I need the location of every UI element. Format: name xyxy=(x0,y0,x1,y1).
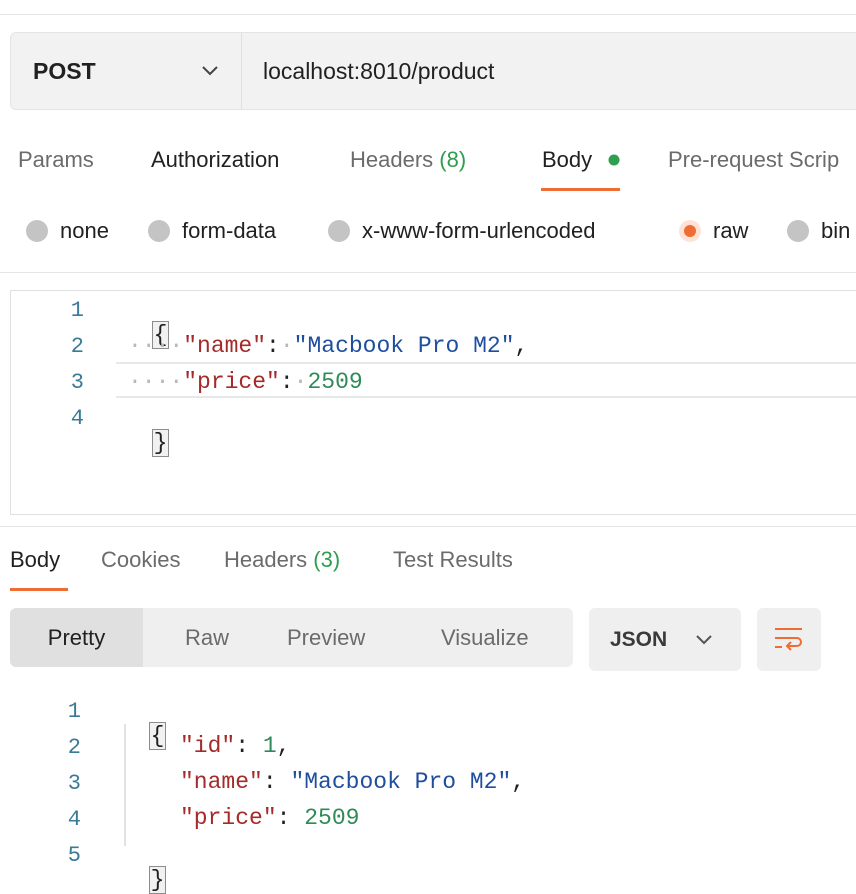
response-tab-cookies[interactable]: Cookies xyxy=(101,547,180,573)
tab-params-label: Params xyxy=(18,147,94,172)
line-number: 4 xyxy=(67,807,81,832)
radio-form-data[interactable]: form-data xyxy=(148,218,276,244)
code-line: "id": 1, xyxy=(180,733,290,759)
tab-headers[interactable]: Headers (8) xyxy=(350,147,466,173)
json-number: 2509 xyxy=(307,369,363,395)
radio-raw-label: raw xyxy=(713,218,749,243)
response-tab-headers-count: (3) xyxy=(313,547,341,572)
json-number: 2509 xyxy=(304,805,360,831)
line-number: 3 xyxy=(70,370,84,395)
radio-none[interactable]: none xyxy=(26,218,109,244)
whitespace-marker: · xyxy=(279,333,294,359)
code-line: { xyxy=(121,696,167,750)
line-number: 2 xyxy=(67,735,81,760)
json-string: "Macbook Pro M2" xyxy=(293,333,515,359)
response-tab-headers-label: Headers xyxy=(224,547,308,572)
response-tab-body-label: Body xyxy=(10,547,61,572)
view-preview[interactable]: Preview xyxy=(287,608,365,667)
radio-form-data-dot xyxy=(148,220,170,242)
radio-binary[interactable]: bin xyxy=(787,218,850,244)
response-tab-test-results-label: Test Results xyxy=(393,547,513,572)
method-label: POST xyxy=(33,57,96,84)
json-colon: : xyxy=(235,733,250,759)
open-brace: { xyxy=(148,722,167,750)
radio-raw-dot xyxy=(679,220,701,242)
line-number: 4 xyxy=(70,406,84,431)
request-bar: POST localhost:8010/product xyxy=(10,32,856,110)
chevron-down-icon[interactable] xyxy=(201,61,219,79)
radio-urlencoded-dot xyxy=(328,220,350,242)
status-dot-icon xyxy=(608,154,620,166)
response-tab-underline xyxy=(10,588,68,591)
tab-authorization-label: Authorization xyxy=(151,147,280,172)
whitespace-marker: ···· xyxy=(128,369,184,395)
radio-raw[interactable]: raw xyxy=(679,218,748,244)
code-line: ····"name":·"Macbook Pro M2", xyxy=(128,333,528,359)
json-comma: , xyxy=(511,769,526,795)
code-line: } xyxy=(124,403,170,457)
whitespace-marker: · xyxy=(293,369,308,395)
radio-binary-label: bin xyxy=(821,218,851,243)
radio-none-dot xyxy=(26,220,48,242)
code-line: "price": 2509 xyxy=(180,805,359,831)
response-tab-test-results[interactable]: Test Results xyxy=(393,547,513,573)
method-divider xyxy=(241,33,242,109)
format-select[interactable]: JSON xyxy=(589,608,741,671)
line-number: 1 xyxy=(70,298,84,323)
view-pretty[interactable]: Pretty xyxy=(10,608,143,667)
response-view-selector: Pretty Raw Preview Visualize xyxy=(10,608,573,667)
json-comma: , xyxy=(276,733,291,759)
json-key: "price" xyxy=(183,369,280,395)
json-key: "name" xyxy=(180,769,263,795)
json-comma: , xyxy=(514,333,529,359)
chevron-down-icon xyxy=(696,635,712,645)
radio-form-data-label: form-data xyxy=(182,218,277,243)
radio-urlencoded-label: x-www-form-urlencoded xyxy=(362,218,596,243)
whitespace-marker: ···· xyxy=(128,333,184,359)
line-number: 1 xyxy=(67,699,81,724)
tab-authorization[interactable]: Authorization xyxy=(151,147,279,173)
wrap-lines-icon xyxy=(775,628,802,651)
response-tab-headers[interactable]: Headers (3) xyxy=(224,547,340,573)
radio-urlencoded[interactable]: x-www-form-urlencoded xyxy=(328,218,596,244)
tab-params[interactable]: Params xyxy=(18,147,94,173)
tab-pre-request-script[interactable]: Pre-request Scrip xyxy=(668,147,839,173)
radio-none-label: none xyxy=(60,218,109,243)
wrap-lines-button[interactable] xyxy=(757,608,821,671)
response-tab-cookies-label: Cookies xyxy=(101,547,181,572)
code-line: } xyxy=(121,840,167,894)
json-string: "Macbook Pro M2" xyxy=(290,769,512,795)
tab-headers-count: (8) xyxy=(439,147,467,172)
url-input[interactable]: localhost:8010/product xyxy=(263,33,494,109)
tab-pre-request-label: Pre-request Scrip xyxy=(668,147,840,172)
format-label: JSON xyxy=(610,628,668,651)
view-raw[interactable]: Raw xyxy=(185,608,229,667)
line-number: 3 xyxy=(67,771,81,796)
close-brace: } xyxy=(151,429,170,457)
tab-headers-label: Headers xyxy=(350,147,434,172)
json-colon: : xyxy=(262,769,277,795)
tab-body-label: Body xyxy=(542,147,593,172)
code-line: "name": "Macbook Pro M2", xyxy=(180,769,525,795)
json-colon: : xyxy=(266,333,280,359)
line-number: 5 xyxy=(67,843,81,868)
json-colon: : xyxy=(279,369,294,395)
line-number: 2 xyxy=(70,334,84,359)
json-key: "id" xyxy=(180,733,236,759)
tab-body[interactable]: Body xyxy=(542,147,592,173)
json-colon: : xyxy=(276,805,291,831)
json-key: "price" xyxy=(180,805,277,831)
json-number: 1 xyxy=(262,733,277,759)
view-visualize[interactable]: Visualize xyxy=(441,608,529,667)
response-tab-body[interactable]: Body xyxy=(10,547,60,573)
code-line: ····"price":·2509 xyxy=(128,369,363,395)
tab-body-underline xyxy=(541,188,620,191)
radio-binary-dot xyxy=(787,220,809,242)
json-key: "name" xyxy=(183,333,267,359)
